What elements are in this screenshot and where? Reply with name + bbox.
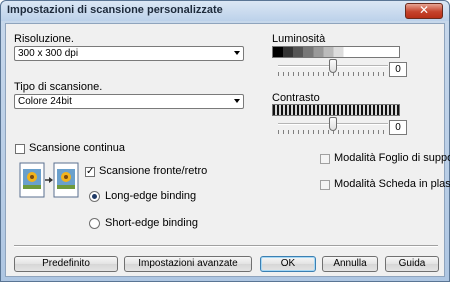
duplex-scan-checkbox[interactable]: ✓ — [85, 167, 95, 177]
title-bar[interactable]: Impostazioni di scansione personalizzate… — [1, 1, 449, 21]
dialog-window: Impostazioni di scansione personalizzate… — [0, 0, 450, 282]
brightness-slider-thumb[interactable] — [329, 59, 337, 73]
plastic-card-mode-checkbox[interactable] — [320, 180, 330, 190]
scan-type-select[interactable]: Colore 24bit — [14, 94, 244, 109]
brightness-preview-ramp — [272, 46, 400, 58]
contrast-preview-ramp — [272, 104, 400, 116]
brightness-label: Luminosità — [272, 33, 326, 45]
duplex-scan-label[interactable]: Scansione fronte/retro — [99, 165, 207, 177]
contrast-slider-thumb[interactable] — [329, 117, 337, 131]
short-edge-binding-label[interactable]: Short-edge binding — [105, 217, 198, 229]
ok-button[interactable]: OK — [260, 256, 316, 272]
plastic-card-mode-label[interactable]: Modalità Scheda in plastica — [334, 178, 450, 190]
chevron-down-icon — [234, 51, 240, 55]
resolution-select[interactable]: 300 x 300 dpi — [14, 46, 244, 61]
dialog-body: Risoluzione. 300 x 300 dpi Tipo di scans… — [5, 23, 450, 277]
brightness-value[interactable]: 0 — [389, 62, 407, 77]
resolution-value: 300 x 300 dpi — [18, 48, 79, 59]
radio-selected-dot — [92, 194, 97, 199]
contrast-value[interactable]: 0 — [389, 120, 407, 135]
checkmark-icon: ✓ — [86, 166, 95, 177]
long-edge-binding-radio[interactable] — [89, 191, 100, 202]
short-edge-binding-radio[interactable] — [89, 218, 100, 229]
dialog-title: Impostazioni di scansione personalizzate — [7, 4, 223, 16]
cancel-button[interactable]: Annulla — [322, 256, 378, 272]
close-icon: ✕ — [418, 3, 430, 17]
carrier-sheet-mode-checkbox[interactable] — [320, 154, 330, 164]
long-edge-binding-label[interactable]: Long-edge binding — [105, 190, 196, 202]
scan-type-value: Colore 24bit — [18, 96, 72, 107]
scan-type-label: Tipo di scansione. — [14, 81, 103, 93]
help-button[interactable]: Guida — [385, 256, 439, 272]
duplex-pages-icon — [19, 162, 79, 198]
chevron-down-icon — [234, 99, 240, 103]
close-button[interactable]: ✕ — [405, 3, 443, 19]
carrier-sheet-mode-label[interactable]: Modalità Foglio di supporto — [334, 152, 450, 164]
continuous-scan-checkbox[interactable] — [15, 144, 25, 154]
contrast-label: Contrasto — [272, 92, 320, 104]
default-button[interactable]: Predefinito — [14, 256, 118, 272]
continuous-scan-label[interactable]: Scansione continua — [29, 142, 125, 154]
advanced-settings-button[interactable]: Impostazioni avanzate — [124, 256, 252, 272]
resolution-label: Risoluzione. — [14, 33, 74, 45]
separator — [14, 245, 438, 247]
